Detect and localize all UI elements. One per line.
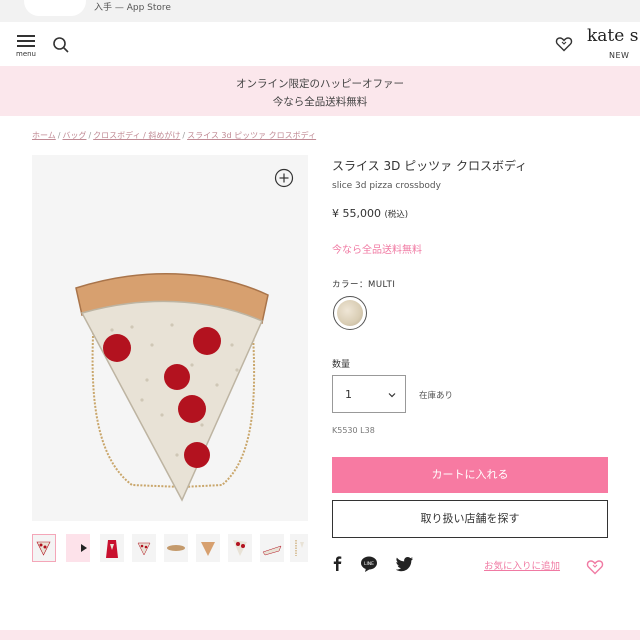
- product-main-image[interactable]: [32, 155, 308, 521]
- zoom-icon[interactable]: [274, 168, 294, 188]
- add-to-favorites-link[interactable]: お気に入りに追加: [484, 558, 560, 572]
- menu-label: menu: [16, 50, 36, 58]
- app-banner-button[interactable]: [24, 0, 86, 16]
- thumb-video[interactable]: [66, 534, 90, 562]
- breadcrumb-crossbody[interactable]: クロスボディ / 斜めがけ: [93, 131, 180, 140]
- svg-text:LINE: LINE: [364, 561, 374, 567]
- twitter-icon[interactable]: [395, 556, 414, 572]
- favorite-heart-icon[interactable]: [586, 558, 604, 576]
- pizza-bag-illustration: [75, 272, 269, 502]
- facebook-icon[interactable]: [330, 555, 344, 571]
- tax-note: (税込): [384, 210, 409, 220]
- breadcrumb-home[interactable]: ホーム: [32, 131, 56, 140]
- new-label[interactable]: NEW: [609, 51, 629, 60]
- quantity-value: 1: [345, 388, 352, 401]
- thumb-front[interactable]: [32, 534, 56, 562]
- menu-icon: [17, 35, 35, 37]
- product-price: ¥ 55,000 (税込): [332, 207, 408, 220]
- thumb-angle[interactable]: [260, 534, 284, 562]
- promo-subtitle: 今なら全品送料無料: [272, 96, 368, 108]
- line-icon[interactable]: LINE: [360, 555, 378, 573]
- footer-banner-strip: [0, 630, 640, 640]
- promo-title: オンライン限定のハッピーオファー: [236, 78, 404, 90]
- wishlist-icon[interactable]: [555, 35, 573, 53]
- chevron-down-icon: [388, 393, 396, 398]
- thumb-detail[interactable]: [228, 534, 252, 562]
- breadcrumb: ホーム / バッグ / クロスボディ / 斜めがけ / スライス 3d ピッツァ クロスボデ…: [32, 131, 317, 140]
- brand-logo[interactable]: kate s: [587, 26, 638, 46]
- product-sku: K5530 L38: [332, 426, 375, 435]
- app-banner-text: 入手 — App Store: [94, 3, 171, 13]
- app-banner: 入手 — App Store: [0, 0, 640, 22]
- thumbnail-strip: [32, 534, 308, 562]
- quantity-select[interactable]: 1: [332, 375, 406, 413]
- menu-button[interactable]: menu: [14, 33, 42, 61]
- quantity-label: 数量: [332, 360, 351, 370]
- search-icon[interactable]: [52, 36, 70, 54]
- find-store-button[interactable]: 取り扱い店舗を探す: [332, 500, 608, 538]
- thumb-model[interactable]: [100, 534, 124, 562]
- color-swatch-multi[interactable]: [333, 296, 367, 330]
- shipping-note: 今なら全品送料無料: [332, 245, 422, 256]
- price-value: ¥ 55,000: [332, 207, 381, 220]
- product-subtitle: slice 3d pizza crossbody: [332, 181, 441, 191]
- stock-status: 在庫あり: [419, 391, 454, 401]
- product-title: スライス 3D ピッツァ クロスボディ: [332, 159, 528, 173]
- promo-banner[interactable]: オンライン限定のハッピーオファー 今なら全品送料無料: [0, 66, 640, 116]
- site-header: menu kate s NEW: [0, 22, 640, 66]
- swatch-image: [337, 300, 363, 326]
- add-to-cart-button[interactable]: カートに入れる: [332, 457, 608, 493]
- thumb-chain[interactable]: [290, 534, 308, 562]
- breadcrumb-bags[interactable]: バッグ: [62, 131, 86, 140]
- thumb-back[interactable]: [132, 534, 156, 562]
- color-label: カラー：MULTI: [332, 280, 396, 290]
- breadcrumb-separator: /: [57, 131, 61, 140]
- thumb-side[interactable]: [164, 534, 188, 562]
- breadcrumb-current[interactable]: スライス 3d ピッツァ クロスボディ: [187, 131, 316, 140]
- thumb-bottom[interactable]: [196, 534, 220, 562]
